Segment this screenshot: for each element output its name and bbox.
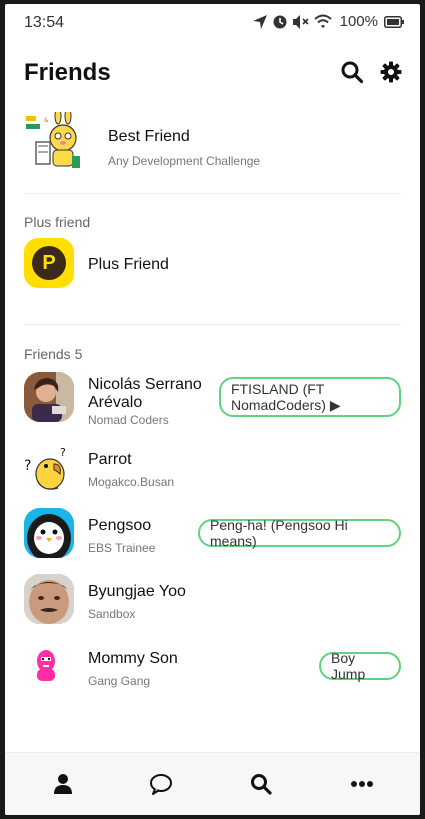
search-icon[interactable] [340,60,364,84]
friend-status-message[interactable]: FTISLAND (FT NomadCoders) ▶ [219,377,401,417]
friend-status-message[interactable]: Boy Jump [319,650,401,682]
plus-friend-section-label: Plus friend [24,214,91,230]
nav-search-tab[interactable] [247,770,275,798]
bottom-nav [5,752,420,815]
penguin-icon [24,508,74,558]
status-bar: 13:54 100% [5,4,420,40]
more-icon [351,781,373,787]
divider [24,193,401,194]
battery-percent: 100% [339,13,378,30]
wifi-icon [313,14,332,28]
search-icon [251,774,272,795]
plus-friend-row[interactable]: P Plus Friend [5,238,420,290]
alarm-icon [273,15,287,28]
friend-name: Nicolás Serrano Arévalo [88,376,202,411]
svg-text:&: & [44,117,49,124]
friend-name: Mommy Son [88,650,178,667]
plus-logo-icon: P [32,246,66,280]
friend-name: Parrot [88,451,132,468]
app-screen: 13:54 100% Friends & Best Friend Any Dev… [5,4,420,815]
pink-balaclava-icon [37,650,55,681]
plus-friend-name: Plus Friend [88,256,169,273]
friend-row-mommy-son[interactable]: Mommy Son Gang Gang Boy Jump [5,639,420,695]
parrot-icon: ? ? [24,446,66,490]
page-title: Friends [24,59,111,86]
best-friend-subtitle: Any Development Challenge [108,154,261,168]
rabbit-character-icon: & [26,112,80,168]
plus-friend-logo: P [24,238,74,288]
friend-name: Pengsoo [88,517,152,534]
friend-row-nicolas[interactable]: Nicolás Serrano Arévalo Nomad Coders FTI… [5,369,420,429]
divider [24,324,401,325]
battery-icon [384,15,404,28]
gear-icon[interactable] [379,60,403,84]
status-icons: 100% [252,13,404,30]
svg-text:?: ? [60,446,66,459]
friend-row-pengsoo[interactable]: Pengsoo EBS Trainee Peng-ha! (Pengsoo Hi… [5,506,420,562]
friend-subtitle: Mogakco.Busan [88,475,175,489]
chat-bubble-icon [150,774,172,795]
best-friend-row[interactable]: & Best Friend Any Development Challenge [5,110,420,174]
person-icon [54,774,72,794]
friend-subtitle: Sandbox [88,607,136,621]
nav-chats-tab[interactable] [147,770,175,798]
svg-text:?: ? [24,458,31,474]
avatar [24,641,74,691]
friend-subtitle: Gang Gang [88,674,151,688]
best-friend-name: Best Friend [108,128,190,145]
best-friend-avatar: & [24,112,86,174]
location-icon [252,14,267,29]
friend-row-byungjae[interactable]: Byungjae Yoo Sandbox [5,572,420,628]
avatar [24,508,74,558]
friend-subtitle: Nomad Coders [88,413,169,427]
nav-more-tab[interactable] [348,770,376,798]
status-time: 13:54 [24,14,65,31]
header: Friends [5,54,420,94]
friends-section-label: Friends 5 [24,346,83,362]
avatar [24,574,74,624]
nav-friends-tab[interactable] [49,770,77,798]
avatar [24,372,74,422]
friend-name: Byungjae Yoo [88,583,186,600]
friend-subtitle: EBS Trainee [88,541,156,555]
avatar: ? ? [24,444,74,494]
mute-icon [292,14,309,29]
friend-status-message[interactable]: Peng-ha! (Pengsoo Hi means) [198,517,401,549]
friend-row-parrot[interactable]: ? ? Parrot Mogakco.Busan [5,441,420,497]
